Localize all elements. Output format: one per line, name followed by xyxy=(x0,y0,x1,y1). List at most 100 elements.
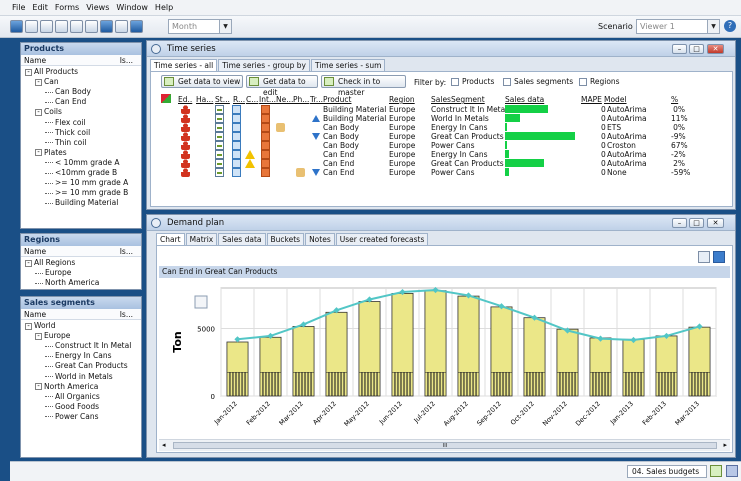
scroll-thumb[interactable]: III xyxy=(173,442,717,449)
open-icon[interactable] xyxy=(10,20,23,33)
tab-ts-groupby[interactable]: Time series - group by xyxy=(218,59,310,71)
checkbox-segments[interactable] xyxy=(503,78,511,86)
tree-item-north-america[interactable]: North America xyxy=(35,278,99,287)
scroll-left-icon[interactable]: ◂ xyxy=(162,441,166,449)
check-in-button[interactable]: Check in to master xyxy=(321,75,406,97)
tab-sales-data[interactable]: Sales data xyxy=(218,233,266,245)
status-edit-icon[interactable] xyxy=(710,465,722,477)
minimize-button[interactable]: – xyxy=(672,218,687,228)
tree-item-world-in-metals[interactable]: World in Metals xyxy=(45,372,113,381)
get-data-view-button[interactable]: Get data to view xyxy=(161,75,243,88)
tree-item-energy-in-cans[interactable]: Energy In Cans xyxy=(45,351,111,360)
chart-settings-icon[interactable] xyxy=(698,251,710,263)
minimize-button[interactable]: – xyxy=(672,44,687,54)
tree-item-coils[interactable]: - Coils xyxy=(35,107,62,116)
col-sales[interactable]: Sales data xyxy=(505,95,544,104)
close-button[interactable]: ✕ xyxy=(707,44,724,54)
regions-col-name[interactable]: Name xyxy=(24,247,46,256)
regions-col-is[interactable]: Is... xyxy=(120,246,133,257)
filter-products[interactable]: Products xyxy=(451,77,494,86)
menu-forms[interactable]: Forms xyxy=(55,3,79,12)
products-col-is[interactable]: Is... xyxy=(120,55,133,66)
tree-item-europe[interactable]: Europe xyxy=(35,268,71,277)
col-pct[interactable]: % xyxy=(671,95,678,104)
col-mape[interactable]: MAPE xyxy=(581,95,602,104)
table-row[interactable]: Can Body Europe Great Can Products 0 AutoAri… xyxy=(151,132,731,141)
col-ha[interactable]: Ha... xyxy=(196,95,213,104)
collapse-icon[interactable]: - xyxy=(25,259,32,267)
settings-icon[interactable] xyxy=(70,20,83,33)
collapse-icon[interactable]: - xyxy=(25,322,32,330)
tree-item-10-mm-grade-b[interactable]: >= 10 mm grade B xyxy=(45,188,128,197)
checkbox-products[interactable] xyxy=(451,78,459,86)
table-row[interactable]: Can End Europe Power Cans 0 None -59% xyxy=(151,168,731,177)
help-icon[interactable]: ? xyxy=(724,20,736,32)
get-data-edit-button[interactable]: Get data to edit xyxy=(246,75,318,97)
tree-item-europe[interactable]: - Europe xyxy=(35,331,70,340)
scenario-select[interactable]: Viewer 1 ▼ xyxy=(636,19,720,34)
chart-scrollbar[interactable]: ◂ III ▸ xyxy=(159,439,730,451)
close-button[interactable]: ✕ xyxy=(707,218,724,228)
tab-matrix[interactable]: Matrix xyxy=(185,233,218,245)
tab-user-forecasts[interactable]: User created forecasts xyxy=(335,233,429,245)
tree-item-world[interactable]: - World xyxy=(25,321,56,330)
collapse-icon[interactable]: - xyxy=(35,108,42,116)
products-col-name[interactable]: Name xyxy=(24,56,46,65)
menu-file[interactable]: File xyxy=(12,3,25,12)
tree-item-thin-coil[interactable]: Thin coil xyxy=(45,138,86,147)
scroll-right-icon[interactable]: ▸ xyxy=(723,441,727,449)
table-row[interactable]: Can End Europe Energy In Cans 0 AutoArima -2% xyxy=(151,150,731,159)
tree-item-flex-coil[interactable]: Flex coil xyxy=(45,118,86,127)
segments-col-name[interactable]: Name xyxy=(24,310,46,319)
col-ne[interactable]: Ne... xyxy=(276,95,293,104)
copy-icon[interactable] xyxy=(40,20,53,33)
maximize-button[interactable]: □ xyxy=(689,218,704,228)
tree-item-plates[interactable]: - Plates xyxy=(35,148,67,157)
col-ed[interactable]: Ed.. xyxy=(178,95,192,104)
lock-icon[interactable] xyxy=(85,20,98,33)
col-ph[interactable]: Ph... xyxy=(293,95,309,104)
col-st[interactable]: St... xyxy=(215,95,230,104)
col-int[interactable]: Int... xyxy=(259,95,276,104)
chart-option-icon[interactable] xyxy=(194,295,208,309)
tree-item-can-end[interactable]: Can End xyxy=(45,97,86,106)
tree-item-thick-coil[interactable]: Thick coil xyxy=(45,128,90,137)
tree-item-all-regions[interactable]: - All Regions xyxy=(25,258,75,267)
tab-ts-sum[interactable]: Time series - sum xyxy=(310,59,386,71)
collapse-icon[interactable]: - xyxy=(35,332,42,340)
col-c[interactable]: C... xyxy=(246,95,258,104)
table-row[interactable]: Can Body Europe Energy In Cans 0 ETS 0% xyxy=(151,123,731,132)
filter-regions[interactable]: Regions xyxy=(579,77,620,86)
tab-notes[interactable]: Notes xyxy=(305,233,335,245)
tree-item-construct-it-in-metal[interactable]: Construct It In Metal xyxy=(45,341,131,350)
checkbox-regions[interactable] xyxy=(579,78,587,86)
col-segment[interactable]: SalesSegment xyxy=(431,95,485,104)
filter-segments[interactable]: Sales segments xyxy=(503,77,573,86)
col-model[interactable]: Model xyxy=(604,95,627,104)
back-icon[interactable] xyxy=(100,20,113,33)
chart-view-icon[interactable] xyxy=(713,251,725,263)
tree-item-great-can-products[interactable]: Great Can Products xyxy=(45,361,128,370)
menu-edit[interactable]: Edit xyxy=(32,3,48,12)
collapse-icon[interactable]: - xyxy=(35,383,42,391)
tree-item-can-body[interactable]: Can Body xyxy=(45,87,91,96)
menu-window[interactable]: Window xyxy=(116,3,148,12)
tree-item-10mm-grade-a[interactable]: < 10mm grade A xyxy=(45,158,120,167)
table-row[interactable]: Building Material Europe World In Metals 0 A… xyxy=(151,114,731,123)
maximize-button[interactable]: □ xyxy=(689,44,704,54)
period-select[interactable]: Month ▼ xyxy=(168,19,232,34)
tree-item-building-material[interactable]: Building Material xyxy=(45,198,118,207)
tree-item-good-foods[interactable]: Good Foods xyxy=(45,402,99,411)
menu-views[interactable]: Views xyxy=(86,3,109,12)
col-tr[interactable]: Tr... xyxy=(310,95,323,104)
refresh-icon[interactable] xyxy=(25,20,38,33)
col-r[interactable]: R... xyxy=(233,95,245,104)
col-product[interactable]: Product xyxy=(323,95,351,104)
menu-help[interactable]: Help xyxy=(155,3,173,12)
tree-item-all-organics[interactable]: All Organics xyxy=(45,392,100,401)
tree-item-all-products[interactable]: - All Products xyxy=(25,67,78,76)
chart-icon[interactable] xyxy=(115,20,128,33)
segments-col-is[interactable]: Is... xyxy=(120,309,133,320)
collapse-icon[interactable]: - xyxy=(35,149,42,157)
collapse-icon[interactable]: - xyxy=(35,78,42,86)
